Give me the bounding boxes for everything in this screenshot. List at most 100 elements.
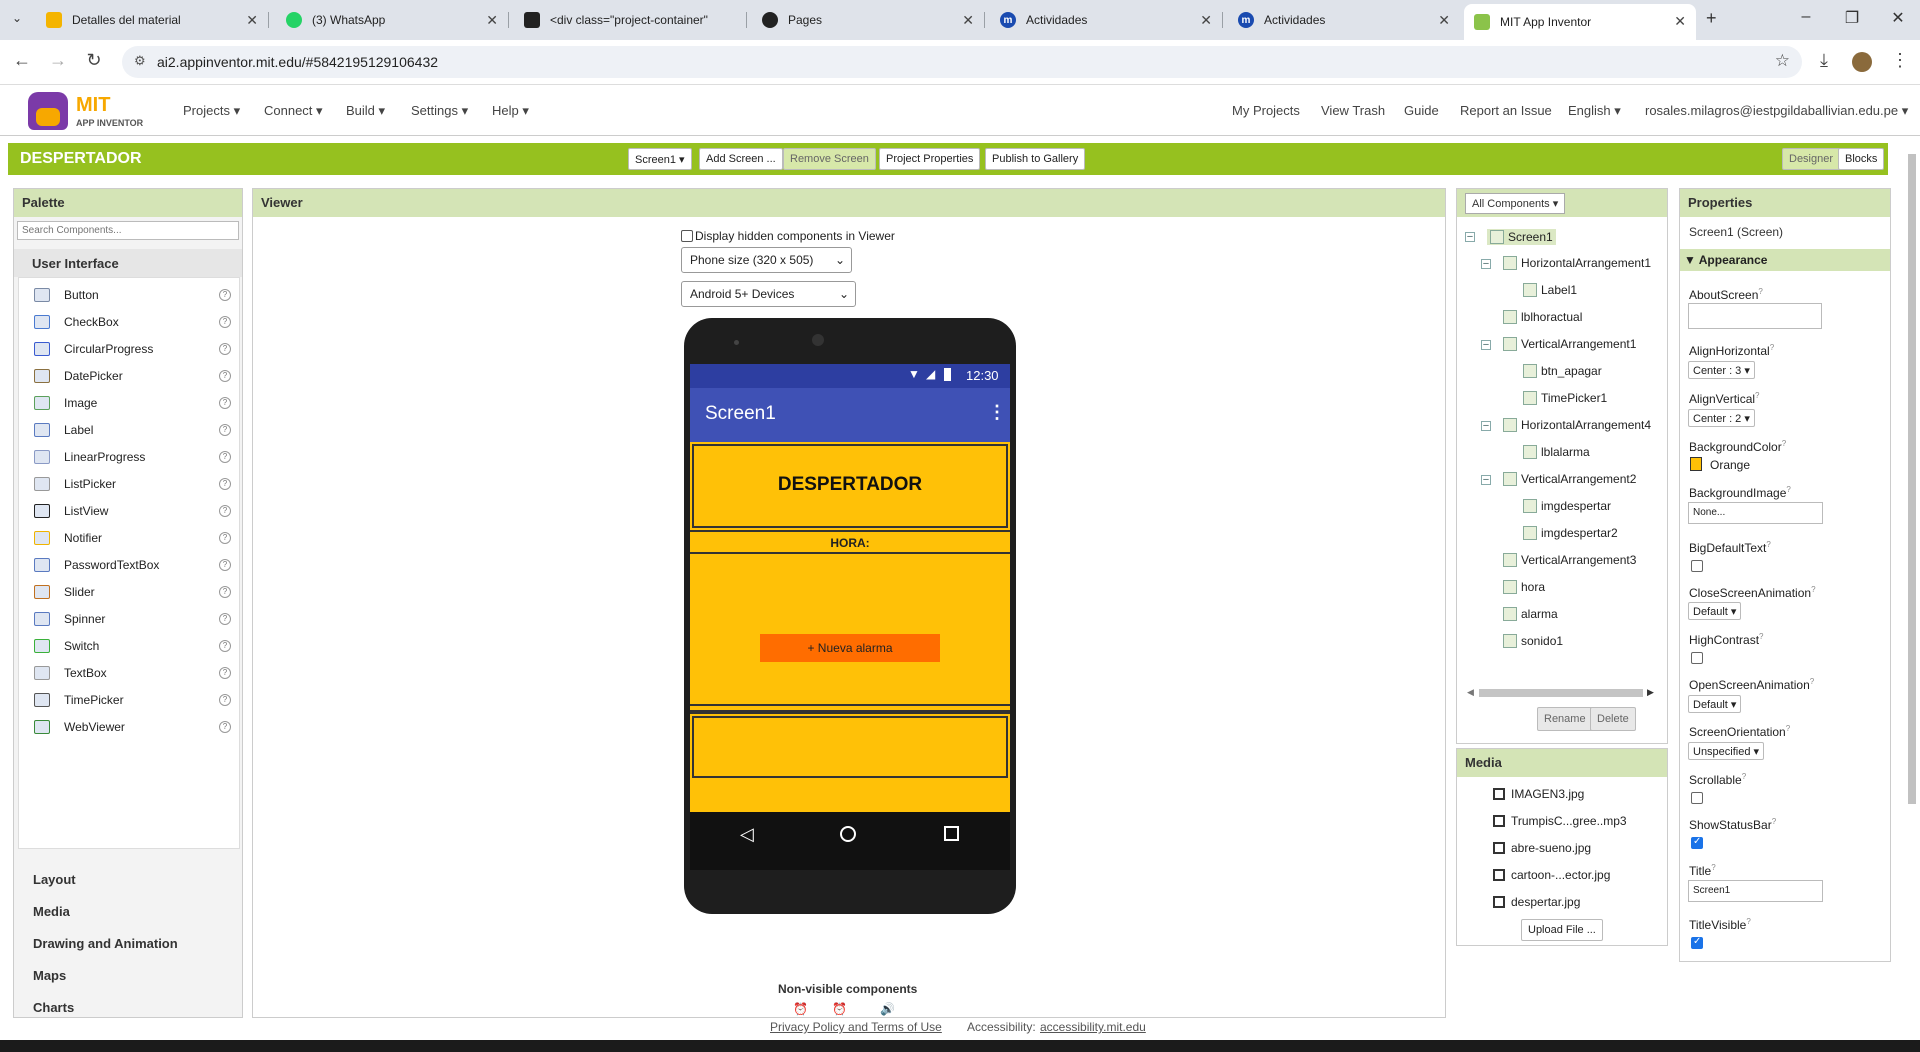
upload-file-button[interactable]: Upload File ...: [1521, 919, 1603, 941]
download-icon[interactable]: ⤓: [1812, 50, 1836, 71]
vertical-arrangement-2[interactable]: [692, 716, 1008, 778]
browser-tab-active[interactable]: MIT App Inventor ✕: [1464, 4, 1696, 40]
hidden-components-toggle[interactable]: Display hidden components in Viewer: [681, 229, 895, 243]
palette-item-textbox[interactable]: TextBox?: [34, 662, 239, 684]
lblhoractual[interactable]: HORA:: [690, 530, 1010, 554]
category-layout[interactable]: Layout: [33, 872, 76, 887]
tree-node-imgdespertar[interactable]: imgdespertar: [1523, 499, 1611, 513]
help-icon[interactable]: ?: [219, 370, 231, 382]
nav-home-icon[interactable]: [840, 826, 856, 842]
big-default-text-checkbox[interactable]: [1691, 560, 1703, 572]
screen-select[interactable]: Screen1 ▾: [628, 148, 692, 170]
blocks-button[interactable]: Blocks: [1838, 148, 1885, 170]
palette-item-slider[interactable]: Slider?: [34, 581, 239, 603]
link-guide[interactable]: Guide: [1404, 103, 1439, 118]
help-icon[interactable]: ?: [219, 532, 231, 544]
palette-item-timepicker[interactable]: TimePicker?: [34, 689, 239, 711]
horizontal-arrangement-4[interactable]: [690, 710, 1010, 714]
device-select[interactable]: Android 5+ Devices ⌄: [681, 281, 856, 307]
category-drawing[interactable]: Drawing and Animation: [33, 936, 178, 951]
delete-button[interactable]: Delete: [1590, 707, 1636, 731]
tree-node-verticalarrangement3[interactable]: VerticalArrangement3: [1503, 553, 1636, 567]
menu-build[interactable]: Build ▾: [346, 103, 385, 119]
palette-item-circularprogress[interactable]: CircularProgress?: [34, 338, 239, 360]
browser-tab[interactable]: Pages ✕: [752, 6, 985, 34]
media-file[interactable]: cartoon-...ector.jpg: [1493, 868, 1610, 882]
menu-user[interactable]: rosales.milagros@iestpgildaballivian.edu…: [1645, 103, 1908, 119]
menu-language[interactable]: English ▾: [1568, 103, 1621, 119]
overflow-menu-icon[interactable]: ⋮: [988, 402, 1006, 423]
label-despertador[interactable]: DESPERTADOR: [690, 474, 1010, 496]
menu-connect[interactable]: Connect ▾: [264, 103, 323, 119]
site-info-icon[interactable]: ⚙: [134, 53, 146, 69]
link-report-issue[interactable]: Report an Issue: [1460, 103, 1552, 118]
tree-node-verticalarrangement1[interactable]: VerticalArrangement1: [1503, 337, 1636, 351]
palette-item-listview[interactable]: ListView?: [34, 500, 239, 522]
horizontal-scrollbar[interactable]: ◀ ▶: [1467, 687, 1657, 699]
title-visible-checkbox[interactable]: [1691, 936, 1703, 949]
about-screen-textarea[interactable]: [1688, 303, 1822, 329]
palette-item-switch[interactable]: Switch?: [34, 635, 239, 657]
help-icon[interactable]: ?: [219, 721, 231, 733]
tree-node-horizontalarrangement4[interactable]: HorizontalArrangement4: [1503, 418, 1651, 432]
collapse-toggle-icon[interactable]: −: [1465, 232, 1475, 243]
tree-node-timepicker1[interactable]: TimePicker1: [1523, 391, 1607, 405]
sound-icon[interactable]: 🔊: [880, 1002, 895, 1016]
background-color-value[interactable]: Orange: [1710, 458, 1750, 472]
help-icon[interactable]: ?: [219, 343, 231, 355]
close-animation-select[interactable]: Default ▾: [1688, 602, 1742, 620]
help-icon[interactable]: ?: [219, 559, 231, 571]
screen-orientation-select[interactable]: Unspecified ▾: [1688, 742, 1765, 760]
open-animation-select[interactable]: Default ▾: [1688, 695, 1742, 713]
palette-item-linearprogress[interactable]: LinearProgress?: [34, 446, 239, 468]
tree-node-alarma[interactable]: alarma: [1503, 607, 1558, 621]
close-icon[interactable]: ✕: [1438, 12, 1450, 29]
new-tab-icon[interactable]: +: [1706, 8, 1717, 29]
window-close-icon[interactable]: ✕: [1878, 8, 1918, 28]
tree-node-hora[interactable]: hora: [1503, 580, 1545, 594]
more-menu-icon[interactable]: ⋮: [1888, 50, 1912, 71]
collapse-toggle-icon[interactable]: −: [1481, 475, 1491, 486]
url-field[interactable]: ⚙ ai2.appinventor.mit.edu/#5842195129106…: [122, 46, 1802, 78]
phone-size-select[interactable]: Phone size (320 x 505) ⌄: [681, 247, 852, 273]
palette-item-checkbox[interactable]: CheckBox?: [34, 311, 239, 333]
close-icon[interactable]: ✕: [246, 12, 258, 29]
help-icon[interactable]: ?: [219, 640, 231, 652]
help-icon[interactable]: ?: [219, 424, 231, 436]
browser-tab[interactable]: (3) WhatsApp ✕: [276, 6, 509, 34]
palette-item-notifier[interactable]: Notifier?: [34, 527, 239, 549]
link-view-trash[interactable]: View Trash: [1321, 103, 1385, 118]
menu-settings[interactable]: Settings ▾: [411, 103, 468, 119]
nav-recents-icon[interactable]: [944, 826, 959, 841]
help-icon[interactable]: ?: [219, 667, 231, 679]
palette-item-passwordtextbox[interactable]: PasswordTextBox?: [34, 554, 239, 576]
collapse-toggle-icon[interactable]: −: [1481, 259, 1491, 270]
help-icon[interactable]: ?: [219, 505, 231, 517]
remove-screen-button[interactable]: Remove Screen: [783, 148, 876, 170]
collapse-toggle-icon[interactable]: −: [1481, 340, 1491, 351]
browser-tab[interactable]: m Actividades ✕: [1228, 6, 1460, 34]
rename-button[interactable]: Rename: [1537, 707, 1593, 731]
palette-item-spinner[interactable]: Spinner?: [34, 608, 239, 630]
browser-tab[interactable]: Detalles del material ✕: [36, 6, 269, 34]
collapse-toggle-icon[interactable]: −: [1481, 421, 1491, 432]
category-maps[interactable]: Maps: [33, 968, 66, 983]
background-image-field[interactable]: None...: [1688, 502, 1823, 524]
close-icon[interactable]: ✕: [1674, 13, 1686, 30]
tree-node-imgdespertar2[interactable]: imgdespertar2: [1523, 526, 1618, 540]
close-icon[interactable]: ✕: [486, 12, 498, 29]
appearance-section[interactable]: ▼ Appearance: [1680, 249, 1890, 271]
project-properties-button[interactable]: Project Properties: [879, 148, 981, 170]
tree-node-sonido1[interactable]: sonido1: [1503, 634, 1563, 648]
help-icon[interactable]: ?: [219, 397, 231, 409]
align-horizontal-select[interactable]: Center : 3 ▾: [1688, 361, 1755, 379]
category-media[interactable]: Media: [33, 904, 70, 919]
checkbox[interactable]: [681, 230, 693, 242]
browser-tab[interactable]: <div class="project-container": [514, 6, 747, 34]
palette-item-button[interactable]: Button?: [34, 284, 239, 306]
media-file[interactable]: despertar.jpg: [1493, 895, 1580, 909]
tree-node-lblalarma[interactable]: lblalarma: [1523, 445, 1590, 459]
menu-projects[interactable]: Projects ▾: [183, 103, 240, 119]
palette-item-label[interactable]: Label?: [34, 419, 239, 441]
help-icon[interactable]: ?: [219, 316, 231, 328]
